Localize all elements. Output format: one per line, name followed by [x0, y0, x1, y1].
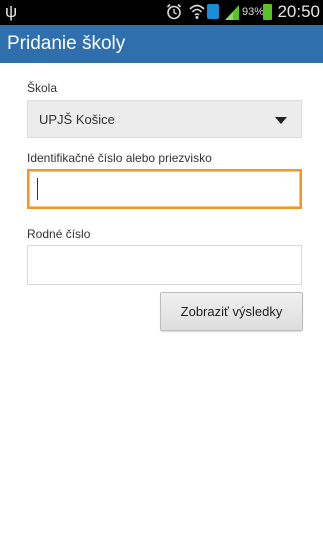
data-icon	[207, 4, 219, 19]
show-results-button[interactable]: Zobraziť výsledky	[160, 292, 303, 331]
id-label: Identifikačné číslo alebo priezvisko	[27, 151, 212, 165]
usb-icon: ψ	[5, 2, 18, 21]
school-spinner[interactable]: UPJŠ Košice	[27, 100, 302, 138]
signal-icon	[225, 5, 239, 20]
chevron-down-icon	[275, 117, 287, 124]
battery-icon	[263, 4, 272, 20]
battery-percent: 93%	[242, 6, 265, 18]
school-selected-value: UPJŠ Košice	[39, 112, 115, 127]
clock: 20:50	[277, 2, 320, 21]
id-input[interactable]	[27, 169, 302, 209]
birth-number-label: Rodné číslo	[27, 227, 91, 241]
status-bar: ψ 93% 20:50	[0, 0, 323, 25]
wifi-icon	[189, 4, 205, 19]
alarm-icon	[166, 3, 182, 20]
page-title: Pridanie školy	[7, 33, 126, 54]
birth-number-input[interactable]	[27, 245, 302, 285]
text-caret	[37, 178, 38, 200]
school-label: Škola	[27, 81, 58, 95]
action-bar: Pridanie školy	[0, 25, 323, 63]
